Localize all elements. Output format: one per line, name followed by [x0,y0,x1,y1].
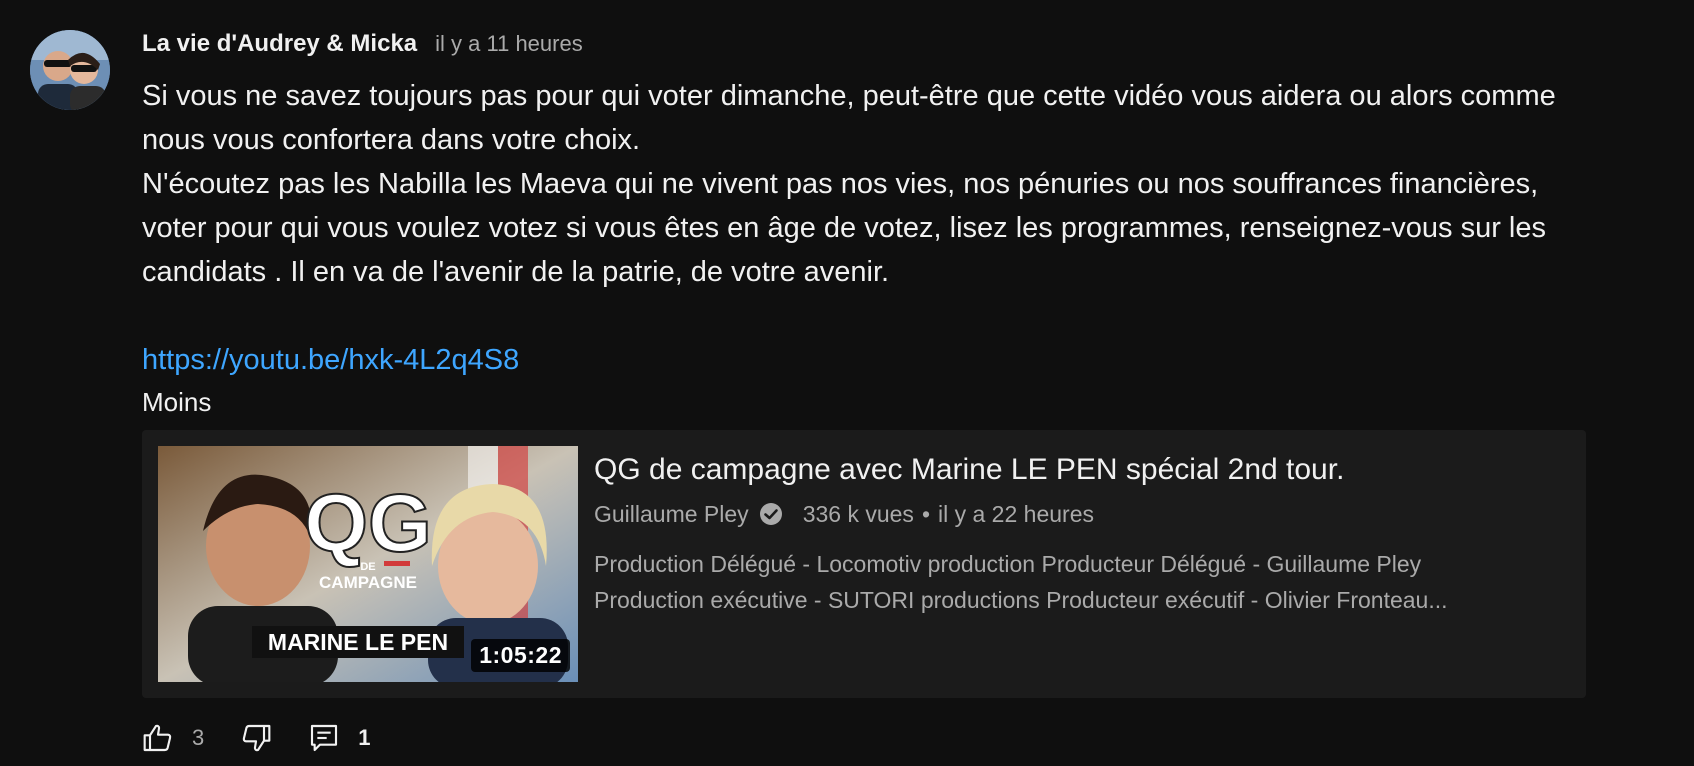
post-body-line: Si vous ne savez toujours pas pour qui v… [142,80,1556,156]
post-header: La vie d'Audrey & Micka il y a 11 heures [142,30,1592,64]
video-channel-name[interactable]: Guillaume Pley [594,501,749,528]
video-description: Production Délégué - Locomotiv productio… [594,546,1554,618]
show-less-button[interactable]: Moins [142,382,211,422]
post-body: Si vous ne savez toujours pas pour qui v… [142,74,1582,382]
channel-avatar[interactable] [30,30,110,110]
comment-count: 1 [358,725,371,750]
video-published-time: il y a 22 heures [938,500,1094,527]
comment-icon [311,724,338,752]
comments-button[interactable]: 1 [308,722,371,754]
video-info: QG de campagne avec Marine LE PEN spécia… [594,450,1554,618]
thumbnail-banner-text: MARINE LE PEN [268,629,448,655]
post-content: La vie d'Audrey & Micka il y a 11 heures… [142,30,1592,422]
video-meta: Guillaume Pley 336 k vues • il y a 22 he… [594,496,1554,532]
video-duration: 1:05:22 [471,639,570,672]
thumbs-down-icon [243,724,271,752]
video-thumbnail[interactable]: QG DE CAMPAGNE MARINE LE PEN 1:05:22 [158,446,578,682]
dislike-button[interactable] [240,722,272,754]
video-link[interactable]: https://youtu.be/hxk-4L2q4S8 [142,344,519,376]
post-timestamp[interactable]: il y a 11 heures [435,31,583,57]
post-actions: 3 1 [142,718,371,758]
video-description-line: Production exécutive - SUTORI production… [594,587,1448,613]
like-count: 3 [192,725,205,750]
thumbs-up-icon [143,724,172,752]
thumbnail-qg-text: QG [304,478,432,569]
author-name[interactable]: La vie d'Audrey & Micka [142,30,417,58]
meta-separator: • [921,500,930,527]
video-description-line: Production Délégué - Locomotiv productio… [594,551,1422,577]
video-title[interactable]: QG de campagne avec Marine LE PEN spécia… [594,450,1554,490]
like-button[interactable]: 3 [142,722,204,754]
thumbnail-de-text: DE [360,561,375,573]
post-body-line: N'écoutez pas les Nabilla les Maeva qui … [142,168,1546,288]
video-attachment-card[interactable]: QG DE CAMPAGNE MARINE LE PEN 1:05:22 QG … [142,430,1586,698]
avatar-photo-icon [30,30,110,110]
video-view-count: 336 k vues [802,500,914,527]
thumbnail-campaign-text: CAMPAGNE [319,573,417,592]
verified-check-icon [759,503,782,525]
community-post: La vie d'Audrey & Micka il y a 11 heures… [0,0,1694,766]
